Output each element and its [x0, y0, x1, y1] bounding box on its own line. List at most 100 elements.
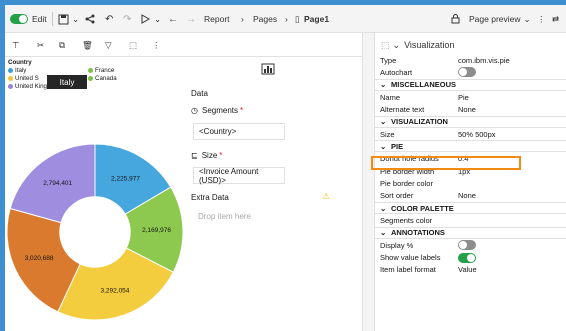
delete-icon[interactable]: 🗑: [82, 37, 93, 53]
property-label: PIE: [391, 141, 404, 151]
property-value[interactable]: Value: [458, 265, 477, 274]
breadcrumb-pages[interactable]: Pages: [253, 11, 277, 27]
slice-value-label: 3,020,688: [25, 255, 54, 262]
property-label: Pie border color: [380, 179, 433, 188]
redo-icon[interactable]: ↷: [123, 11, 131, 27]
property-value[interactable]: None: [458, 105, 476, 114]
properties-title: Visualization: [404, 40, 455, 50]
warning-icon: ⚠: [322, 191, 331, 201]
chevron-down-icon: ⌄: [380, 80, 387, 90]
segments-drop-zone[interactable]: <Country>: [193, 123, 285, 140]
property-value[interactable]: None: [458, 191, 476, 200]
property-toggle[interactable]: [458, 67, 476, 78]
legend-title: Country: [8, 59, 32, 66]
size-field-label: ⊑ Size *: [191, 151, 223, 160]
breadcrumb-page1[interactable]: Page1: [304, 11, 329, 27]
breadcrumb-separator-icon: ›: [241, 14, 244, 24]
legend-item-france[interactable]: France: [88, 67, 114, 74]
edit-toggle[interactable]: Edit: [10, 11, 47, 27]
property-row-annotations[interactable]: ⌄ ANNOTATIONS: [375, 226, 566, 239]
property-label: Type: [380, 55, 397, 65]
breadcrumb-report[interactable]: Report: [204, 11, 230, 27]
undo-icon[interactable]: ↶: [105, 11, 113, 27]
property-row-autochart[interactable]: Autochart: [375, 66, 566, 78]
play-icon[interactable]: [140, 11, 150, 27]
donut-hole-radius-highlight: [371, 156, 521, 170]
property-toggle[interactable]: [458, 252, 476, 263]
page-preview-dropdown[interactable]: Page preview ⌄: [469, 11, 531, 27]
chevron-down-icon: ⌄: [380, 141, 387, 151]
property-row-pie[interactable]: ⌄ PIE: [375, 140, 566, 153]
share-icon[interactable]: [85, 11, 95, 27]
property-label: MISCELLANEOUS: [391, 80, 457, 90]
property-row-color-palette[interactable]: ⌄ COLOR PALETTE: [375, 202, 566, 215]
segments-icon: ◷: [191, 106, 198, 115]
property-value[interactable]: Pie: [458, 93, 469, 102]
visualization-canvas[interactable]: Country Italy France United S Canada Uni…: [5, 57, 183, 331]
canvas-toolbar: ⊤ ✂ ⧉ 🗑 ▽ ⬚ ⋮: [5, 33, 362, 57]
properties-icon: ⬚: [381, 39, 390, 50]
back-arrow-icon[interactable]: ←: [168, 11, 178, 27]
chart-type-icon[interactable]: [261, 63, 275, 78]
select-icon[interactable]: ⬚: [129, 37, 137, 53]
play-menu-chevron-icon[interactable]: ⌄: [154, 11, 161, 27]
edit-toggle-switch[interactable]: [10, 14, 28, 24]
slice-value-label: 2,169,976: [142, 227, 171, 234]
property-value[interactable]: com.ibm.vis.pie: [458, 56, 510, 65]
more-options-icon[interactable]: ⋮: [537, 11, 546, 27]
chevron-down-icon: ⌄: [392, 39, 401, 50]
property-label: ANNOTATIONS: [391, 228, 445, 238]
save-icon[interactable]: [58, 11, 69, 27]
property-label: COLOR PALETTE: [391, 203, 454, 213]
data-panel-title: Data: [191, 89, 208, 98]
lock-icon[interactable]: [451, 11, 460, 27]
property-row-visualization[interactable]: ⌄ VISUALIZATION: [375, 115, 566, 128]
property-label: VISUALIZATION: [391, 117, 448, 127]
pin-icon[interactable]: ⊤: [12, 37, 19, 53]
panel-divider[interactable]: [362, 33, 374, 331]
property-row-type[interactable]: Type com.ibm.vis.pie: [375, 54, 566, 66]
property-label: Sort order: [380, 191, 414, 201]
forward-arrow-icon[interactable]: →: [186, 11, 196, 27]
slice-value-label: 2,794,401: [43, 180, 72, 187]
property-label: Show value labels: [380, 253, 441, 263]
chevron-down-icon: ⌄: [523, 13, 531, 24]
property-label: Alternate text: [380, 104, 425, 114]
property-label: Name: [380, 92, 401, 102]
property-label: Item label format: [380, 265, 436, 275]
settings-icon[interactable]: ⇄: [552, 11, 559, 27]
chevron-down-icon: ⌄: [380, 117, 387, 127]
app-window: Edit ⌄ ↶ ↷ ⌄ ← → Report › Pages › ▯ Page…: [5, 5, 566, 331]
property-row-show-value-labels[interactable]: Show value labels: [375, 252, 566, 264]
copy-icon[interactable]: ⧉: [59, 37, 65, 53]
property-row-alternate-text[interactable]: Alternate text None: [375, 103, 566, 115]
slice-value-label: 2,225,977: [111, 175, 140, 182]
breadcrumb-separator-icon: ›: [285, 14, 288, 24]
more-options-icon[interactable]: ⋮: [152, 37, 161, 53]
property-row-pie-border-color[interactable]: Pie border color: [375, 178, 566, 190]
property-label: Size: [380, 129, 395, 139]
donut-chart[interactable]: 2,225,977 2,169,976 3,292,054 3,020,688 2,79…: [5, 77, 183, 331]
property-row-size[interactable]: Size 50% 500px: [375, 128, 566, 140]
edit-label: Edit: [32, 14, 47, 24]
property-row-display-[interactable]: Display %: [375, 239, 566, 251]
properties-panel: ⬚ ⌄ Visualization Type com.ibm.vis.pie Aut…: [374, 33, 566, 331]
filter-icon[interactable]: ▽: [105, 37, 112, 53]
property-row-sort-order[interactable]: Sort order None: [375, 190, 566, 202]
main-toolbar: Edit ⌄ ↶ ↷ ⌄ ← → Report › Pages › ▯ Page…: [5, 5, 566, 33]
save-menu-chevron-icon[interactable]: ⌄: [72, 11, 79, 27]
legend-item-italy[interactable]: Italy: [8, 67, 26, 74]
extra-data-label: Extra Data: [191, 193, 229, 202]
property-row-segments-color[interactable]: Segments color: [375, 215, 566, 227]
property-row-miscellaneous[interactable]: ⌄ MISCELLANEOUS: [375, 78, 566, 91]
segments-field-label: ◷ Segments *: [191, 106, 244, 115]
property-toggle[interactable]: [458, 240, 476, 251]
extra-data-drop-zone[interactable]: Drop item here: [193, 208, 285, 225]
property-value[interactable]: 50% 500px: [458, 130, 496, 139]
property-label: Display %: [380, 240, 414, 250]
property-label: Autochart: [380, 67, 413, 77]
property-row-name[interactable]: Name Pie: [375, 91, 566, 103]
cut-icon[interactable]: ✂: [37, 37, 44, 53]
size-drop-zone[interactable]: <Invoice Amount (USD)>: [193, 167, 285, 185]
property-row-item-label-format[interactable]: Item label format Value: [375, 264, 566, 276]
